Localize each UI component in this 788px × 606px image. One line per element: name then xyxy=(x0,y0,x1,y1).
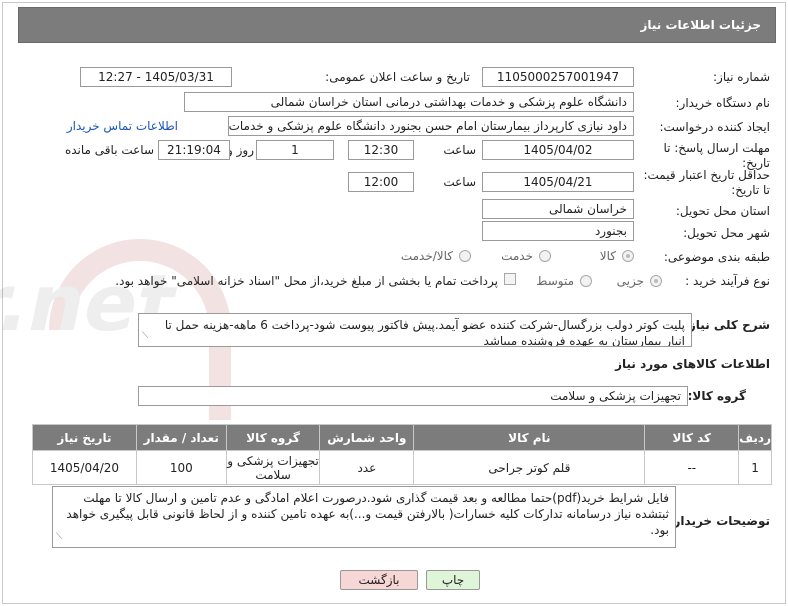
treasury-payment-note: پرداخت تمام یا بخشی از مبلغ خرید،از محل … xyxy=(115,274,498,288)
process-minor-label: جزیی xyxy=(616,274,644,288)
buyer-notes-text: فایل شرایط خرید(pdf)حتما مطالعه و بعد قی… xyxy=(66,491,669,537)
col-name: نام کالا xyxy=(413,424,646,451)
buyer-org-label: نام دستگاه خریدار: xyxy=(675,96,771,110)
resize-handle-icon[interactable]: ⟋ xyxy=(142,328,148,344)
province-label: استان محل تحویل: xyxy=(675,204,770,218)
requester-field: داود نیازی کارپرداز بیمارستان امام حسن ب… xyxy=(228,116,634,136)
city-field: بجنورد xyxy=(482,221,634,241)
col-row: ردیف xyxy=(738,424,772,451)
process-medium-radio[interactable] xyxy=(580,275,592,287)
process-minor-radio[interactable] xyxy=(650,275,662,287)
description-label: شرح کلی نیاز: xyxy=(684,318,770,332)
page-header: جزئیات اطلاعات نیاز xyxy=(18,7,776,43)
page-title: جزئیات اطلاعات نیاز xyxy=(640,18,761,32)
back-button[interactable]: بازگشت xyxy=(340,570,418,590)
validity-date-field: 1405/04/21 xyxy=(482,172,634,192)
validity-label: حداقل تاریخ اعتبار قیمت: xyxy=(643,168,770,182)
goods-group-field: تجهیزات پزشکی و سلامت xyxy=(138,386,688,406)
description-textarea[interactable]: پلیت کوتر دولب بزرگسال-شرکت کننده عضو آی… xyxy=(138,313,692,347)
buyer-contact-link[interactable]: اطلاعات تماس خریدار xyxy=(67,119,178,133)
col-unit: واحد شمارش xyxy=(319,424,415,451)
goods-section-title: اطلاعات کالاهای مورد نیاز xyxy=(615,357,770,371)
requester-label: ایجاد کننده درخواست: xyxy=(659,120,770,134)
table-row: 1 -- قلم کوتر جراحی عدد تجهیزات پزشکی و … xyxy=(32,450,772,485)
process-medium-label: متوسط xyxy=(536,274,574,288)
col-code: کد کالا xyxy=(644,424,740,451)
time-remaining-label: ساعت باقی مانده xyxy=(64,143,154,157)
need-number-label: شماره نیاز: xyxy=(713,70,770,84)
buyer-org-field: دانشگاه علوم پزشکی و خدمات بهداشتی درمان… xyxy=(184,92,634,112)
deadline-date-field: 1405/04/02 xyxy=(482,140,634,160)
category-label: طبقه بندی موضوعی: xyxy=(663,250,770,264)
category-goods-service-label: کالا/خدمت xyxy=(400,249,453,263)
cell-qty: 100 xyxy=(135,450,227,485)
cell-row: 1 xyxy=(738,450,772,485)
col-group: گروه کالا xyxy=(225,424,321,451)
category-goods-radio[interactable] xyxy=(622,250,634,262)
treasury-payment-checkbox[interactable] xyxy=(504,273,516,285)
validity-time-field: 12:00 xyxy=(348,172,414,192)
col-qty: تعداد / مقدار xyxy=(135,424,227,451)
buyer-notes-label: توضیحات خریدار: xyxy=(668,514,770,528)
deadline-label: مهلت ارسال پاسخ: تا xyxy=(663,141,770,155)
category-goods-service-radio[interactable] xyxy=(459,250,471,262)
city-label: شهر محل تحویل: xyxy=(683,226,770,240)
cell-unit: عدد xyxy=(319,450,415,485)
validity-hour-label: ساعت xyxy=(443,175,476,189)
goods-table: ردیف کد کالا نام کالا واحد شمارش گروه کا… xyxy=(32,424,772,485)
cell-name: قلم کوتر جراحی xyxy=(413,450,646,485)
col-date: تاریخ نیاز xyxy=(32,424,137,451)
time-remaining-field: 21:19:04 xyxy=(158,140,230,160)
description-text: پلیت کوتر دولب بزرگسال-شرکت کننده عضو آی… xyxy=(164,318,685,347)
need-number-field: 1105000257001947 xyxy=(482,67,634,87)
cell-group: تجهیزات پزشکی و سلامت xyxy=(225,450,321,485)
process-label: نوع فرآیند خرید : xyxy=(685,274,770,288)
cell-date: 1405/04/20 xyxy=(32,450,137,485)
announce-field: 1405/03/31 - 12:27 xyxy=(80,67,232,87)
goods-group-label: گروه کالا: xyxy=(687,389,746,403)
province-field: خراسان شمالی xyxy=(482,199,634,219)
buyer-notes-textarea[interactable]: فایل شرایط خرید(pdf)حتما مطالعه و بعد قی… xyxy=(52,486,676,548)
category-service-label: خدمت xyxy=(501,249,533,263)
category-service-radio[interactable] xyxy=(539,250,551,262)
cell-code: -- xyxy=(644,450,740,485)
validity-date-label: تا تاریخ: xyxy=(731,183,770,197)
print-button[interactable]: چاپ xyxy=(426,570,480,590)
days-remaining-field: 1 xyxy=(256,140,334,160)
announce-label: تاریخ و ساعت اعلان عمومی: xyxy=(325,70,470,84)
resize-handle-icon[interactable]: ⟋ xyxy=(56,529,62,545)
deadline-hour-label: ساعت xyxy=(443,143,476,157)
category-goods-label: کالا xyxy=(599,249,616,263)
deadline-time-field: 12:30 xyxy=(348,140,414,160)
days-label: روز و xyxy=(227,143,254,157)
